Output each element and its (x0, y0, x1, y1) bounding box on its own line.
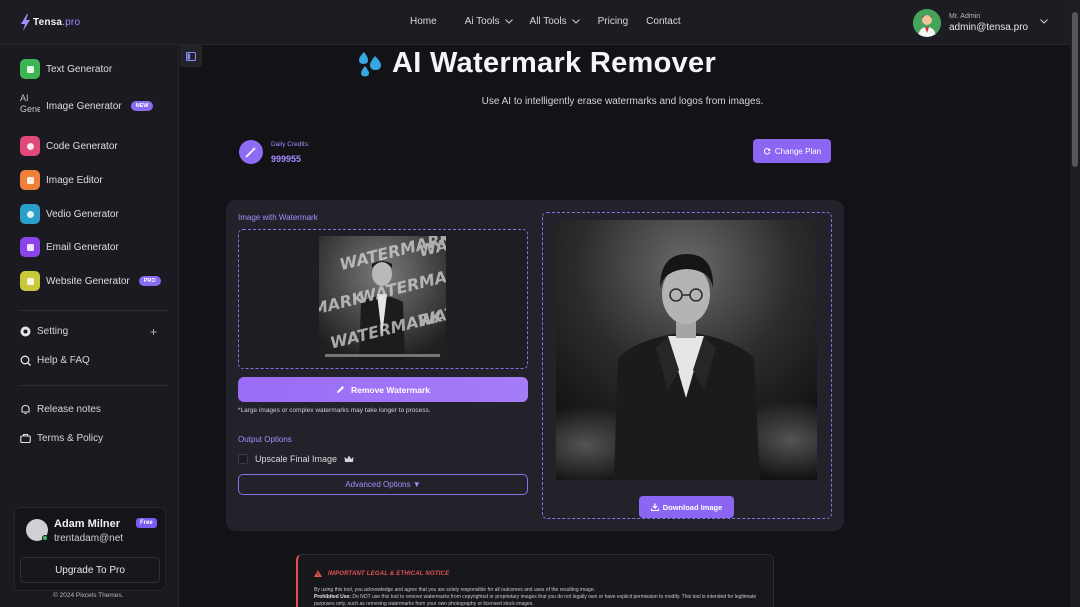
avatar-illustration (913, 9, 941, 37)
sidebar-item-release-notes[interactable]: Release notes (20, 404, 101, 415)
main-nav: Home Ai Tools All Tools Pricing Contact (410, 16, 681, 27)
sidebar-item-label: Email Generator (46, 241, 119, 253)
sidebar-item-label: Setting (37, 326, 69, 337)
online-status-dot (42, 535, 48, 541)
briefcase-icon (20, 433, 31, 444)
divider (18, 310, 168, 311)
bolt-icon (21, 14, 30, 31)
sidebar-item-website-generator[interactable]: Website Generator PRO (20, 271, 161, 291)
refresh-icon (763, 148, 771, 155)
pencil-icon (336, 386, 344, 393)
sidebar-item-image-editor[interactable]: Image Editor (20, 170, 103, 190)
magic-wand-icon (239, 140, 263, 164)
pro-badge: PRO (138, 276, 161, 286)
sidebar-item-terms[interactable]: Terms & Policy (20, 433, 103, 444)
avatar (913, 9, 941, 37)
processing-note: *Large images or complex watermarks may … (238, 407, 431, 414)
sidebar-item-label: Website Generator (46, 275, 130, 287)
page-title: AI Watermark Remover (356, 47, 716, 80)
nav-ai-tools[interactable]: Ai Tools (465, 16, 513, 27)
sidebar-item-help[interactable]: Help & FAQ (20, 355, 90, 366)
logo-text: Tensa.pro (33, 17, 81, 28)
image-edit-icon (20, 170, 40, 190)
sidebar-item-label: Vedio Generator (46, 208, 119, 220)
browser-icon (20, 271, 40, 291)
nav-pricing[interactable]: Pricing (598, 16, 629, 27)
legal-notice: IMPORTANT LEGAL & ETHICAL NOTICE By usin… (296, 554, 774, 607)
warning-icon (314, 570, 322, 577)
download-icon (650, 503, 659, 511)
profile-email: trentadam@net (54, 533, 124, 544)
logo[interactable]: Tensa.pro (21, 14, 80, 31)
remove-watermark-button[interactable]: Remove Watermark (238, 377, 528, 402)
sidebar-item-email-generator[interactable]: Email Generator (20, 237, 119, 257)
notice-title-text: IMPORTANT LEGAL & ETHICAL NOTICE (328, 570, 450, 577)
input-label: Image with Watermark (238, 213, 318, 222)
page-subtitle: Use AI to intelligently erase watermarks… (481, 96, 764, 107)
upscale-checkbox[interactable] (238, 454, 248, 464)
page-scrollbar[interactable] (1070, 0, 1080, 607)
sidebar-item-code-generator[interactable]: Code Generator (20, 136, 118, 156)
scroll-thumb[interactable] (1072, 12, 1078, 167)
credits-value: 999955 (271, 153, 302, 164)
user-menu[interactable]: Mr. Admin admin@tensa.pro (913, 9, 1028, 37)
code-icon (20, 136, 40, 156)
gear-icon (20, 326, 31, 337)
download-label: Download Image (662, 502, 723, 512)
nav-home[interactable]: Home (410, 16, 437, 27)
sidebar-toggle-button[interactable] (180, 45, 202, 67)
notice-line: By using this tool, you acknowledge and … (314, 587, 595, 593)
sidebar-item-video-generator[interactable]: Vedio Generator (20, 204, 119, 224)
advanced-options-toggle[interactable]: Advanced Options ▼ (238, 474, 528, 495)
sidebar-item-label: Help & FAQ (37, 355, 90, 366)
sidebar-item-label: Terms & Policy (37, 433, 104, 444)
upgrade-button[interactable]: Upgrade To Pro (20, 557, 160, 583)
notice-prohibited-label: Prohibited Use: (314, 594, 351, 600)
sidebar-item-setting[interactable]: Setting (20, 326, 68, 337)
sidebar-item-label: Text Generator (46, 63, 113, 75)
sidebar-item-text-generator[interactable]: Text Generator (20, 59, 112, 79)
document-icon (20, 59, 40, 79)
copyright: © 2024 Pixcels Themes. (53, 592, 124, 599)
watermarked-image: WATERMARK WATERMARK WATERMARK WATERMARK … (319, 236, 446, 362)
user-email: admin@tensa.pro (949, 22, 1029, 33)
sidebar-item-label: Image Editor (46, 174, 103, 186)
sidebar-toggle-icon (186, 51, 196, 61)
divider (18, 385, 168, 386)
credits-label: Daily Credits: (271, 140, 310, 148)
plus-icon[interactable]: + (150, 325, 157, 339)
bell-icon (21, 404, 30, 415)
notice-title: IMPORTANT LEGAL & ETHICAL NOTICE (314, 570, 449, 577)
credits-display: Daily Credits: 999955 (239, 140, 310, 164)
chevron-down-icon (504, 19, 513, 24)
crown-icon (344, 455, 354, 462)
change-plan-button[interactable]: Change Plan (753, 139, 831, 163)
output-options-label: Output Options (238, 435, 292, 444)
help-icon (20, 355, 31, 366)
sidebar-item-label: Code Generator (46, 140, 118, 152)
profile-name: Adam Milner (54, 518, 121, 530)
notice-body: By using this tool, you acknowledge and … (314, 587, 764, 607)
change-plan-label: Change Plan (774, 146, 822, 156)
mail-icon (20, 237, 40, 257)
upscale-label: Upscale Final Image (255, 454, 338, 464)
download-button[interactable]: Download Image (639, 496, 734, 518)
nav-all-tools[interactable]: All Tools (530, 16, 580, 27)
remove-watermark-label: Remove Watermark (350, 384, 431, 395)
plan-badge: Free (136, 518, 157, 528)
water-drop-icon (359, 51, 381, 76)
chevron-down-icon (571, 19, 580, 24)
sidebar-item-label: Release notes (37, 404, 101, 415)
upscale-option[interactable]: Upscale Final Image (238, 454, 354, 464)
result-image (556, 220, 817, 480)
user-role: Mr. Admin (949, 13, 981, 20)
top-bar: Tensa.pro Home Ai Tools All Tools Pricin… (0, 0, 1070, 45)
play-icon (20, 204, 40, 224)
notice-line: Do NOT use this tool to remove watermark… (314, 594, 757, 607)
chevron-down-icon[interactable] (1040, 19, 1048, 24)
title-text: AI Watermark Remover (392, 47, 717, 79)
nav-contact[interactable]: Contact (646, 16, 680, 27)
profile-card: Adam Milner trentadam@net Free Upgrade T… (14, 507, 166, 591)
